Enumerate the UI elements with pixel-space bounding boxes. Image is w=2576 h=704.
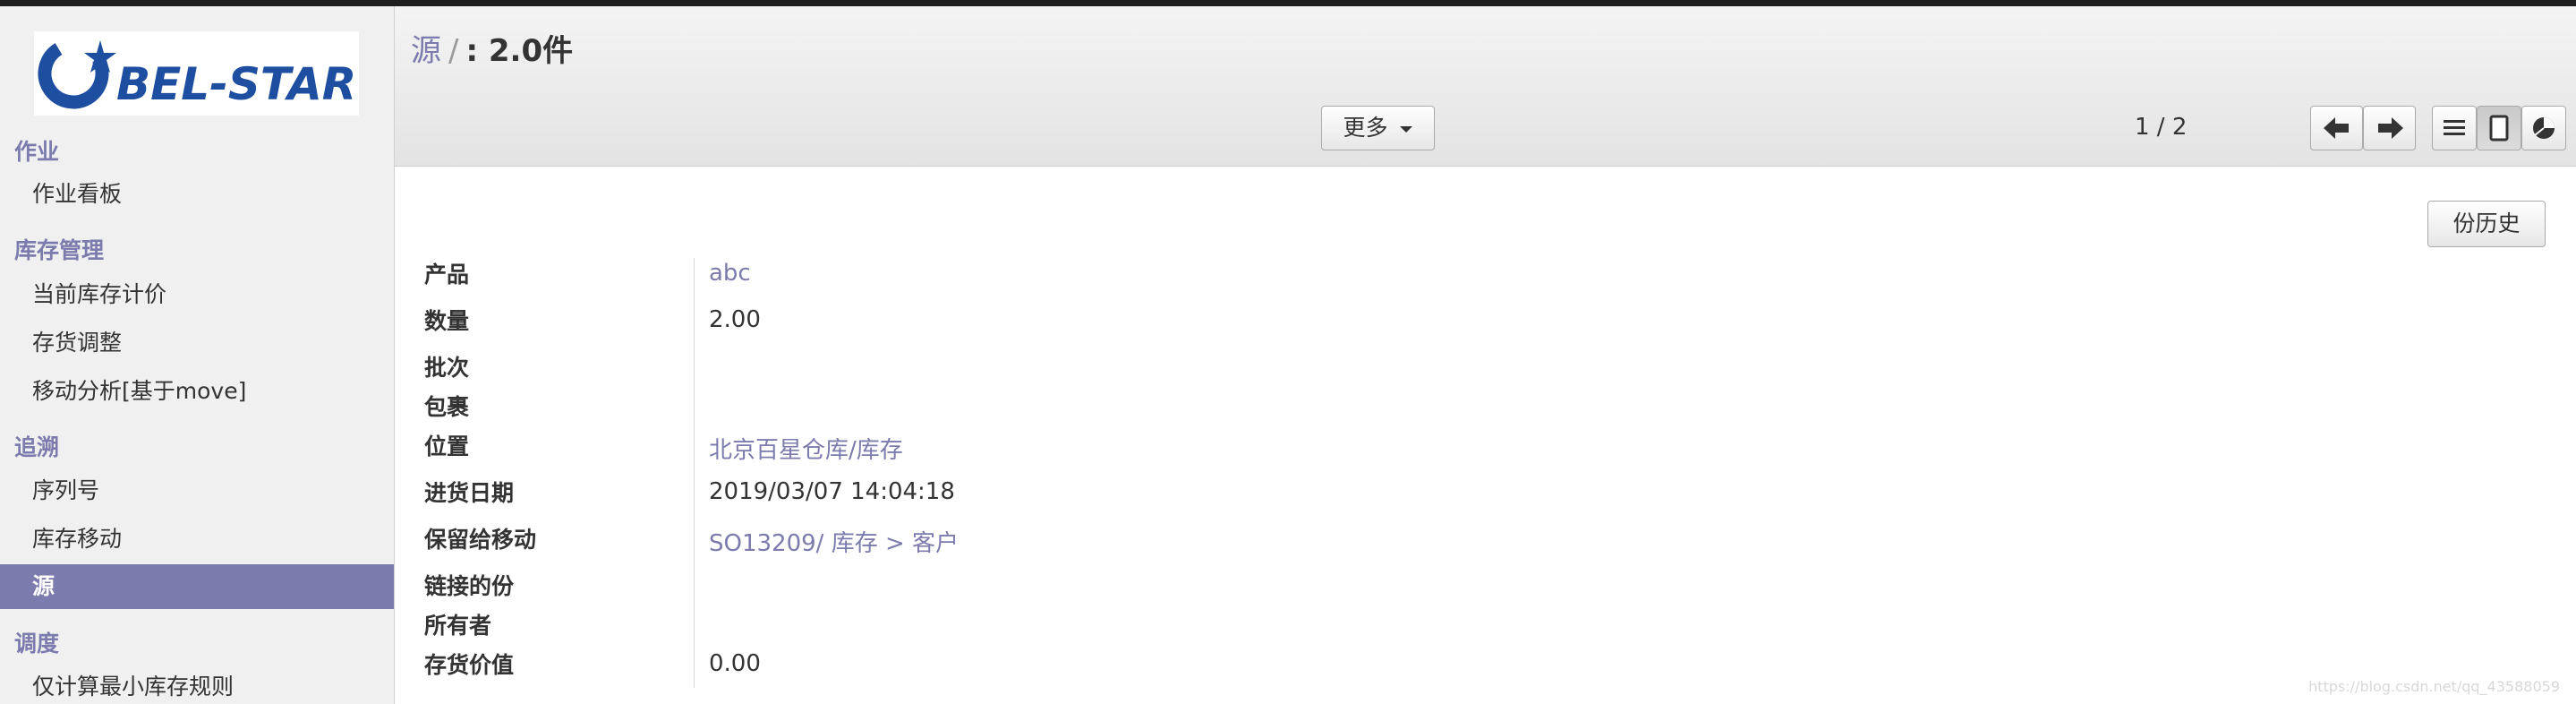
pager-buttons <box>2310 106 2416 150</box>
history-button[interactable]: 份历史 <box>2427 201 2546 247</box>
breadcrumb-current: : 2.0件 <box>465 33 574 69</box>
sidebar: BEL-STAR 作业 作业看板 库存管理 当前库存计价 存货调整 移动分析[基… <box>0 6 395 704</box>
form-view-button[interactable] <box>2477 106 2521 150</box>
sidebar-item-serial-numbers[interactable]: 序列号 <box>0 468 394 513</box>
control-panel: 源 /: 2.0件 更多 1 / 2 <box>395 6 2576 167</box>
field-label-package: 包裹 <box>424 394 470 420</box>
more-dropdown-button[interactable]: 更多 <box>1321 106 1435 150</box>
arrow-right-icon <box>2377 117 2403 139</box>
view-switcher <box>2432 106 2566 150</box>
form-view-icon <box>2489 115 2509 142</box>
field-value-product[interactable]: abc <box>709 260 751 287</box>
field-label-reserved-move: 保留给移动 <box>424 527 537 553</box>
sidebar-item-source[interactable]: 源 <box>0 564 394 609</box>
field-label-product: 产品 <box>424 262 470 288</box>
pager-value: 1 / 2 <box>2135 114 2188 141</box>
breadcrumb-separator: / <box>448 33 459 69</box>
field-label-lot: 批次 <box>424 355 470 381</box>
field-label-incoming-date: 进货日期 <box>424 480 515 506</box>
sidebar-item-min-stock-rules[interactable]: 仅计算最小库存规则 <box>0 665 394 704</box>
arrow-left-icon <box>2323 117 2349 139</box>
field-value-reserved-move[interactable]: SO13209/ 库存 > 客户 <box>709 525 959 558</box>
logo-wordmark: BEL-STAR <box>116 58 356 110</box>
bel-star-logo[interactable]: BEL-STAR <box>34 31 359 116</box>
pivot-view-button[interactable] <box>2521 106 2566 150</box>
logo-mark-icon: BEL-STAR <box>38 38 356 110</box>
field-value-incoming-date: 2019/03/07 14:04:18 <box>709 478 955 505</box>
window-top-bar <box>0 0 2576 6</box>
watermark: https://blog.csdn.net/qq_43588059 <box>2308 678 2560 695</box>
sidebar-item-stock-moves[interactable]: 库存移动 <box>0 517 394 562</box>
list-view-icon <box>2444 120 2465 135</box>
list-view-button[interactable] <box>2432 106 2477 150</box>
pie-chart-icon <box>2533 117 2555 139</box>
field-value-quantity: 2.00 <box>709 306 761 333</box>
sidebar-item-operations-board[interactable]: 作业看板 <box>0 172 394 217</box>
field-value-location[interactable]: 北京百星仓库/库存 <box>709 432 903 465</box>
more-button-label: 更多 <box>1343 115 1388 141</box>
form-divider <box>694 258 695 688</box>
caret-down-icon <box>1400 126 1413 133</box>
breadcrumb-parent-link[interactable]: 源 <box>411 33 441 69</box>
field-label-owner: 所有者 <box>424 613 492 639</box>
field-value-inventory-value: 0.00 <box>709 650 761 677</box>
field-label-inventory-value: 存货价值 <box>424 652 515 678</box>
section-title-inventory: 库存管理 <box>14 237 105 263</box>
pager-next-button[interactable] <box>2363 106 2416 150</box>
sidebar-item-current-valuation[interactable]: 当前库存计价 <box>0 272 394 317</box>
field-label-location: 位置 <box>424 434 470 459</box>
field-label-quantity: 数量 <box>424 308 470 334</box>
breadcrumb: 源 /: 2.0件 <box>411 26 573 70</box>
pager-previous-button[interactable] <box>2310 106 2363 150</box>
section-title-scheduling: 调度 <box>14 631 60 657</box>
sidebar-item-inventory-adjustment[interactable]: 存货调整 <box>0 321 394 365</box>
section-title-traceability: 追溯 <box>14 434 60 460</box>
field-label-linked: 链接的份 <box>424 573 515 599</box>
section-title-operations: 作业 <box>14 139 60 165</box>
sidebar-item-move-analysis[interactable]: 移动分析[基于move] <box>0 369 394 414</box>
